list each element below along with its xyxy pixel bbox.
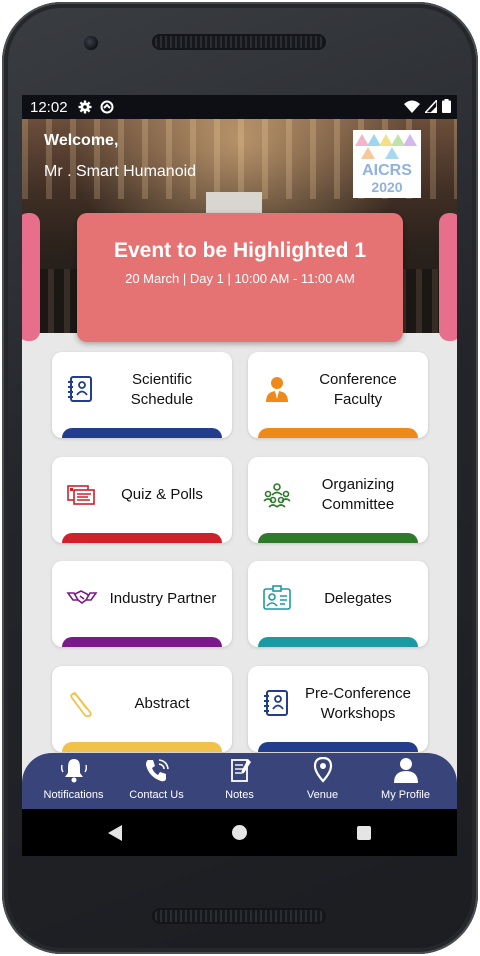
highlighted-event-card[interactable]: Event to be Highlighted 1 20 March | Day… xyxy=(77,213,403,342)
handshake-icon xyxy=(66,590,98,604)
tile-accent-bar xyxy=(258,742,418,752)
status-bar: 12:02 xyxy=(22,95,457,119)
industry-partner-tile[interactable]: Industry Partner xyxy=(52,561,232,647)
front-camera xyxy=(84,36,98,50)
welcome-text: Welcome, xyxy=(44,132,119,149)
bottom-navigation: Notifications Contact Us Notes Venue My … xyxy=(22,753,457,809)
phone-frame: 12:02 Welcome, Mr . Smart Humanoid AICRS… xyxy=(2,2,478,954)
tile-label: Industry Partner xyxy=(109,590,217,607)
organizing-committee-tile[interactable]: Organizing Committee xyxy=(248,457,428,543)
location-pin-icon xyxy=(313,757,332,783)
home-button[interactable] xyxy=(232,825,247,840)
tile-accent-bar xyxy=(258,428,418,438)
scientific-schedule-tile[interactable]: Scientific Schedule xyxy=(52,352,232,438)
nav-notes[interactable]: Notes xyxy=(196,757,283,801)
nav-notifications[interactable]: Notifications xyxy=(30,757,117,801)
nav-contact-us[interactable]: Contact Us xyxy=(113,757,200,801)
event-details: 20 March | Day 1 | 10:00 AM - 11:00 AM xyxy=(125,271,355,286)
bottom-speaker xyxy=(152,908,326,924)
committee-group-icon xyxy=(263,483,291,508)
tile-accent-bar xyxy=(62,637,222,647)
tile-label: Quiz & Polls xyxy=(121,486,203,503)
aicrs-logo: AICRS 2020 xyxy=(353,130,421,198)
faculty-person-icon xyxy=(266,377,288,402)
tile-accent-bar xyxy=(258,637,418,647)
settings-gear-icon xyxy=(78,100,92,114)
abstract-tile[interactable]: Abstract xyxy=(52,666,232,752)
profile-icon xyxy=(393,758,418,783)
tile-accent-bar xyxy=(62,533,222,543)
phone-icon xyxy=(145,759,169,782)
tile-label: Abstract xyxy=(134,695,190,712)
data-saver-icon xyxy=(100,100,114,114)
bell-icon xyxy=(60,759,87,783)
user-name: Mr . Smart Humanoid xyxy=(44,163,197,180)
quiz-polls-tile[interactable]: Quiz & Polls xyxy=(52,457,232,543)
battery-icon xyxy=(442,99,451,113)
schedule-book-icon xyxy=(68,376,92,402)
banner-projector-screen xyxy=(206,192,262,214)
nav-venue[interactable]: Venue xyxy=(279,757,366,801)
paperclip-icon xyxy=(70,691,92,718)
app-screen: 12:02 Welcome, Mr . Smart Humanoid AICRS… xyxy=(22,95,457,856)
notes-icon xyxy=(230,759,251,782)
prev-event-card[interactable] xyxy=(22,213,40,341)
tile-accent-bar xyxy=(62,428,222,438)
signal-icon xyxy=(425,99,437,113)
tile-label: Delegates xyxy=(324,590,392,607)
tile-label: Organizing Committee xyxy=(321,476,395,513)
delegates-tile[interactable]: Delegates xyxy=(248,561,428,647)
event-title: Event to be Highlighted 1 xyxy=(113,239,366,262)
top-speaker xyxy=(152,34,326,50)
nav-my-profile[interactable]: My Profile xyxy=(362,757,449,801)
id-badge-icon xyxy=(263,585,291,610)
tile-accent-bar xyxy=(258,533,418,543)
quiz-polls-icon xyxy=(67,485,95,505)
recent-apps-button[interactable] xyxy=(357,826,371,840)
tile-label: Scientific Schedule xyxy=(130,371,194,408)
tile-accent-bar xyxy=(62,742,222,752)
workshop-book-icon xyxy=(264,690,288,716)
back-button[interactable] xyxy=(108,825,122,841)
status-time: 12:02 xyxy=(30,98,68,116)
system-navigation-bar xyxy=(22,809,457,856)
conference-faculty-tile[interactable]: Conference Faculty xyxy=(248,352,428,438)
next-event-card[interactable] xyxy=(439,213,457,341)
tile-label: Pre-Conference Workshops xyxy=(305,685,411,722)
wifi-icon xyxy=(404,100,420,113)
pre-conference-workshops-tile[interactable]: Pre-Conference Workshops xyxy=(248,666,428,752)
tile-label: Conference Faculty xyxy=(319,371,397,408)
